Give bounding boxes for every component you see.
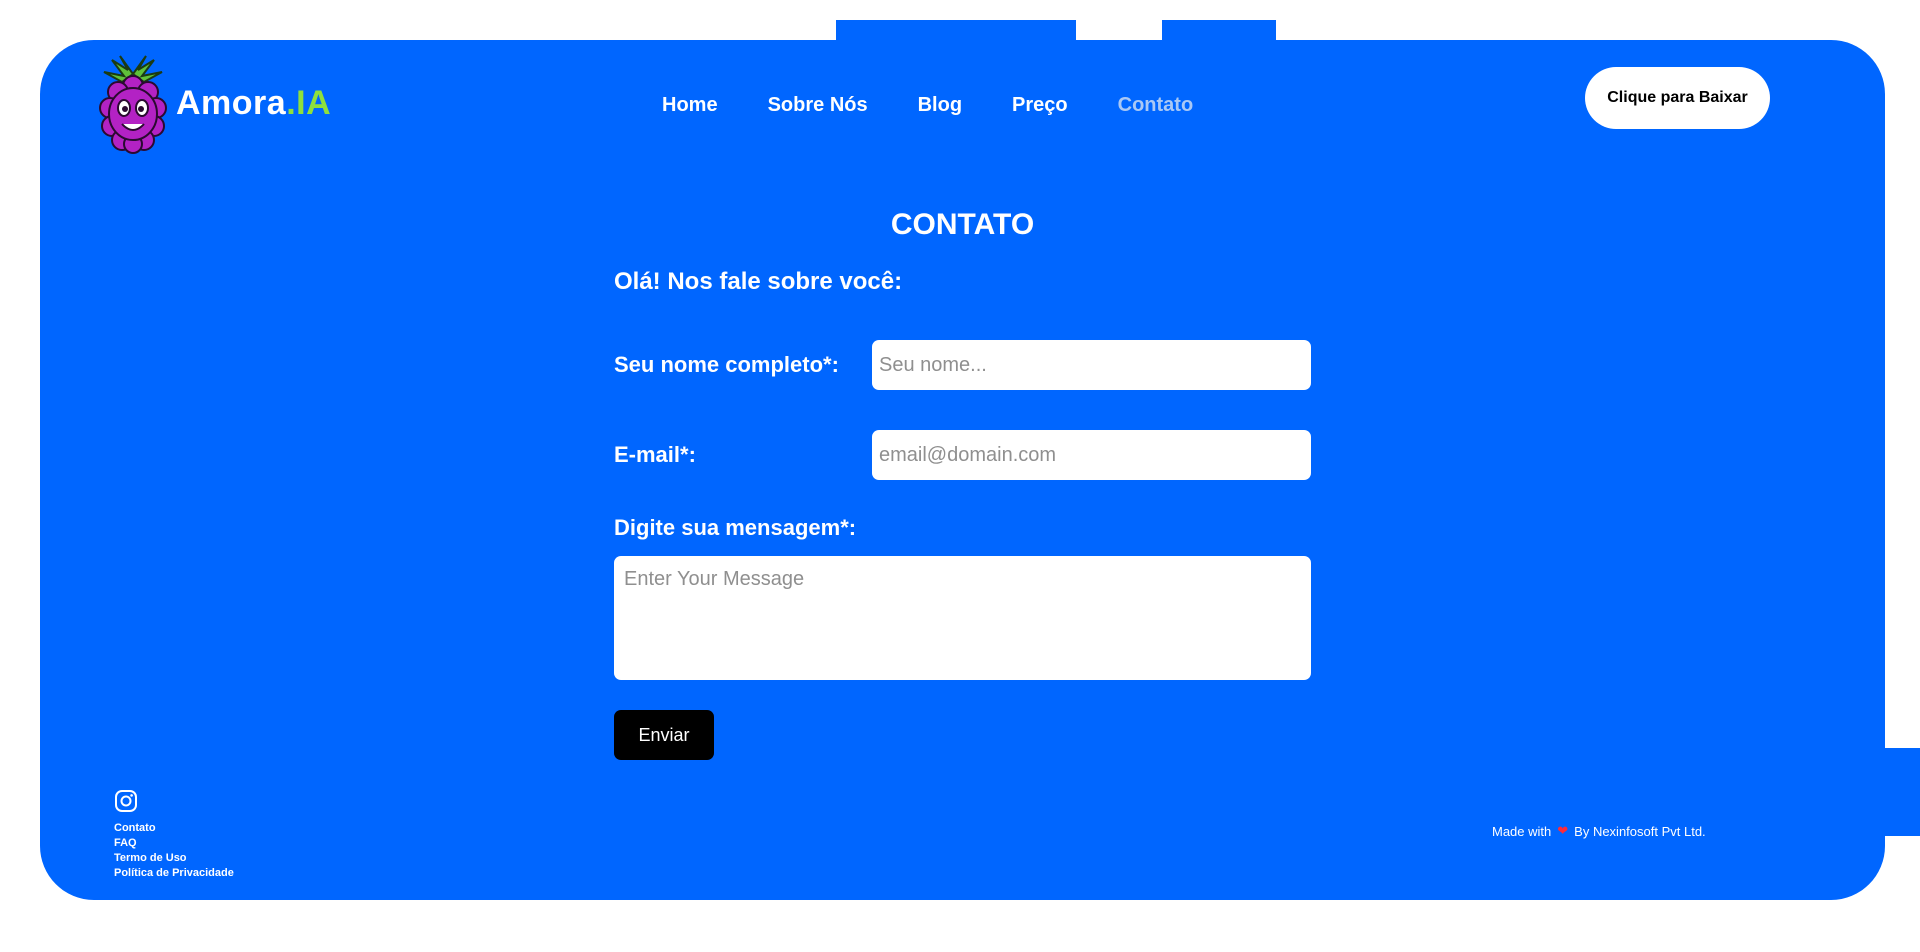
instagram-icon[interactable] xyxy=(114,789,234,818)
message-textarea[interactable] xyxy=(614,556,1311,680)
email-input[interactable] xyxy=(872,430,1311,480)
message-label: Digite sua mensagem*: xyxy=(614,515,857,540)
brand-name: Amora.IA xyxy=(176,84,331,123)
email-label: E-mail*: xyxy=(614,442,696,467)
nav-link-contato[interactable]: Contato xyxy=(1118,94,1194,117)
footer-link-politica-de-privacidade[interactable]: Política de Privacidade xyxy=(114,866,234,881)
footer-links: Contato FAQ Termo de Uso Política de Pri… xyxy=(114,789,234,881)
footer-link-contato[interactable]: Contato xyxy=(114,821,234,836)
nav-link-blog[interactable]: Blog xyxy=(918,94,962,117)
heart-icon: ❤ xyxy=(1557,823,1569,838)
brand-name-part1: Amora xyxy=(176,83,287,122)
main-nav: Home Sobre Nós Blog Preço Contato xyxy=(662,94,1193,117)
main-card: Amora.IA Home Sobre Nós Blog Preço Conta… xyxy=(40,40,1885,900)
name-input[interactable] xyxy=(872,340,1311,390)
logo[interactable]: Amora.IA xyxy=(98,52,331,154)
download-button[interactable]: Clique para Baixar xyxy=(1585,67,1770,129)
footer-credit: Made with ❤ By Nexinfosoft Pvt Ltd. xyxy=(1492,823,1706,839)
footer-link-termo-de-uso[interactable]: Termo de Uso xyxy=(114,851,234,866)
credit-suffix: By Nexinfosoft Pvt Ltd. xyxy=(1574,823,1706,839)
nav-link-sobre-nos[interactable]: Sobre Nós xyxy=(768,94,868,117)
name-label: Seu nome completo*: xyxy=(614,352,839,377)
nav-link-home[interactable]: Home xyxy=(662,94,718,117)
side-tab-decoration xyxy=(1880,748,1920,836)
submit-button[interactable]: Enviar xyxy=(614,710,714,760)
page-title: CONTATO xyxy=(890,208,1035,241)
form-intro: Olá! Nos fale sobre você: xyxy=(614,268,903,295)
raspberry-mascot-icon xyxy=(99,55,167,154)
footer-link-faq[interactable]: FAQ xyxy=(114,836,234,851)
nav-link-preco[interactable]: Preço xyxy=(1012,94,1068,117)
brand-name-part2: .IA xyxy=(286,83,332,122)
credit-prefix: Made with xyxy=(1492,823,1552,839)
